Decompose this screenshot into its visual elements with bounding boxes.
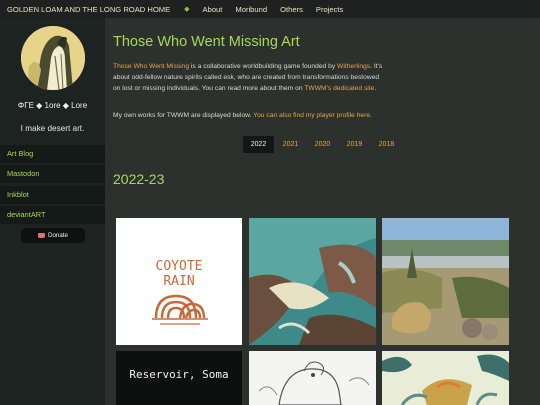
intro-text-1: is a collaborative worldbuilding game fo… bbox=[189, 63, 338, 70]
sidebar-link-mastodon[interactable]: Mastodon bbox=[0, 165, 105, 183]
gallery-item-3[interactable] bbox=[382, 218, 509, 345]
diamond-separator-icon: ◆ bbox=[184, 6, 190, 13]
nav-about[interactable]: About bbox=[203, 5, 223, 14]
gallery-item-reservoir-soma[interactable]: Reservoir, Soma bbox=[116, 351, 242, 405]
intro2-text: My own works for TWWM are displayed belo… bbox=[113, 112, 254, 119]
site-title[interactable]: GOLDEN LOAM AND THE LONG ROAD HOME bbox=[7, 5, 170, 14]
gallery-item-2[interactable] bbox=[249, 218, 376, 345]
nav-projects[interactable]: Projects bbox=[316, 5, 343, 14]
gallery-item-coyote-rain[interactable]: COYOTE RAIN bbox=[116, 218, 242, 345]
coffee-cup-icon bbox=[38, 233, 46, 238]
top-nav: GOLDEN LOAM AND THE LONG ROAD HOME ◆ Abo… bbox=[0, 0, 540, 18]
nav-others[interactable]: Others bbox=[280, 5, 303, 14]
tab-year-2019[interactable]: 2019 bbox=[339, 136, 370, 153]
rainbow-hills-icon bbox=[154, 294, 206, 319]
gallery-item-5[interactable] bbox=[249, 351, 376, 405]
donate-button[interactable]: Donate bbox=[21, 228, 85, 243]
sidebar-blurb: I make desert art. bbox=[20, 124, 85, 133]
reservoir-caption: Reservoir, Soma bbox=[129, 368, 228, 381]
tab-year-2022[interactable]: 2022 bbox=[243, 136, 274, 153]
twwm-link[interactable]: Those Who Went Missing bbox=[113, 63, 189, 70]
tab-year-2020[interactable]: 2020 bbox=[307, 136, 338, 153]
sidebar-tagline: ΦΓΕ ◆ 1ore ◆ Lore bbox=[17, 101, 88, 110]
twwm-site-link[interactable]: TWWM's dedicated site bbox=[304, 85, 374, 92]
avatar bbox=[21, 26, 85, 90]
section-heading: 2022-23 bbox=[113, 171, 165, 187]
coyote-caption-line1: COYOTE bbox=[156, 259, 203, 274]
sidebar-link-deviantart[interactable]: deviantART bbox=[0, 206, 105, 224]
tab-year-2021[interactable]: 2021 bbox=[275, 136, 306, 153]
coyote-caption-line2: RAIN bbox=[163, 274, 194, 289]
sidebar-link-art-blog[interactable]: Art Blog bbox=[0, 145, 105, 163]
intro-paragraph: Those Who Went Missing is a collaborativ… bbox=[113, 61, 388, 94]
sidebar-link-inkblot[interactable]: Inkblot bbox=[0, 186, 105, 204]
witherlings-link[interactable]: Witherlings bbox=[337, 63, 370, 70]
sidebar: ΦΓΕ ◆ 1ore ◆ Lore I make desert art. Art… bbox=[0, 18, 105, 405]
tab-year-2018[interactable]: 2018 bbox=[371, 136, 402, 153]
gallery-item-6[interactable] bbox=[382, 351, 509, 405]
nav-moribund[interactable]: Moribund bbox=[235, 5, 267, 14]
donate-label: Donate bbox=[48, 232, 68, 239]
intro-text-3: . bbox=[374, 85, 377, 92]
intro-paragraph-2: My own works for TWWM are displayed belo… bbox=[113, 112, 403, 119]
player-profile-link[interactable]: You can also find my player profile here… bbox=[253, 112, 372, 119]
page-title: Those Who Went Missing Art bbox=[113, 34, 300, 50]
